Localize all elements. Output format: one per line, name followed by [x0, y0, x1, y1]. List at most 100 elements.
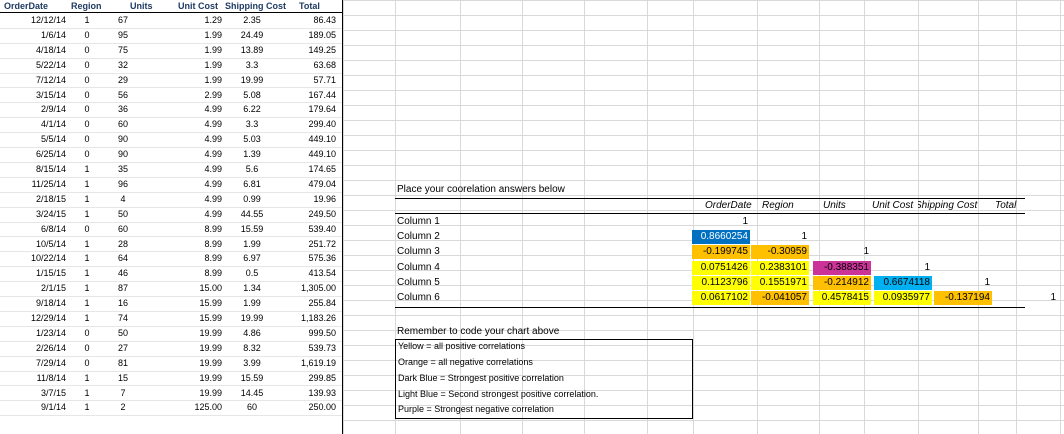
corr-cell[interactable]: 1	[813, 245, 871, 259]
cell-unit-cost[interactable]: 1.99	[190, 43, 222, 58]
cell-units[interactable]: 75	[115, 43, 131, 58]
cell-total[interactable]: 539.73	[300, 341, 336, 356]
header-unit-cost[interactable]: Unit Cost	[178, 0, 218, 12]
cell-shipping-cost[interactable]: 15.59	[239, 371, 265, 386]
cell-shipping-cost[interactable]: 6.81	[239, 177, 265, 192]
cell-total[interactable]: 167.44	[300, 88, 336, 103]
cell-units[interactable]: 50	[115, 326, 131, 341]
cell-total[interactable]: 249.50	[300, 207, 336, 222]
cell-total[interactable]: 179.64	[300, 102, 336, 117]
cell-unit-cost[interactable]: 4.99	[190, 207, 222, 222]
corr-cell[interactable]: 0.8660254	[692, 230, 750, 245]
corr-cell[interactable]: 1	[692, 215, 750, 229]
cell-unit-cost[interactable]: 19.99	[190, 356, 222, 371]
corr-cell[interactable]: 1	[874, 261, 932, 275]
cell-orderdate[interactable]: 3/15/14	[0, 88, 66, 103]
cell-shipping-cost[interactable]: 2.35	[239, 13, 265, 28]
cell-total[interactable]: 139.93	[300, 386, 336, 401]
cell-units[interactable]: 28	[115, 237, 131, 252]
cell-total[interactable]: 63.68	[300, 58, 336, 73]
cell-units[interactable]: 60	[115, 117, 131, 132]
cell-region[interactable]: 0	[80, 88, 94, 103]
corr-cell[interactable]: 0.4578415	[813, 291, 871, 305]
cell-units[interactable]: 2	[115, 400, 131, 415]
cell-unit-cost[interactable]: 8.99	[190, 266, 222, 281]
cell-total[interactable]: 251.72	[300, 237, 336, 252]
cell-units[interactable]: 81	[115, 356, 131, 371]
cell-orderdate[interactable]: 3/7/15	[0, 386, 66, 401]
cell-orderdate[interactable]: 10/22/14	[0, 251, 66, 266]
cell-unit-cost[interactable]: 15.00	[190, 281, 222, 296]
corr-header-unit-cost[interactable]: Unit Cost	[872, 200, 913, 211]
cell-total[interactable]: 1,619.19	[300, 356, 336, 371]
cell-region[interactable]: 0	[80, 222, 94, 237]
cell-orderdate[interactable]: 11/8/14	[0, 371, 66, 386]
cell-orderdate[interactable]: 5/22/14	[0, 58, 66, 73]
cell-total[interactable]: 250.00	[300, 400, 336, 415]
cell-unit-cost[interactable]: 8.99	[190, 222, 222, 237]
cell-region[interactable]: 1	[80, 296, 94, 311]
header-orderdate[interactable]: OrderDate	[4, 0, 48, 12]
cell-shipping-cost[interactable]: 5.08	[239, 88, 265, 103]
cell-units[interactable]: 29	[115, 73, 131, 88]
corr-cell[interactable]: 0.2383101	[751, 260, 809, 275]
cell-units[interactable]: 36	[115, 102, 131, 117]
cell-orderdate[interactable]: 9/18/14	[0, 296, 66, 311]
cell-units[interactable]: 46	[115, 266, 131, 281]
cell-unit-cost[interactable]: 19.99	[190, 326, 222, 341]
cell-orderdate[interactable]: 4/18/14	[0, 43, 66, 58]
cell-orderdate[interactable]: 1/15/15	[0, 266, 66, 281]
cell-units[interactable]: 90	[115, 147, 131, 162]
corr-header-units[interactable]: Units	[823, 200, 846, 211]
cell-unit-cost[interactable]: 15.99	[190, 311, 222, 326]
cell-shipping-cost[interactable]: 1.34	[239, 281, 265, 296]
corr-cell[interactable]: 1	[751, 230, 809, 244]
cell-units[interactable]: 35	[115, 162, 131, 177]
cell-units[interactable]: 60	[115, 222, 131, 237]
cell-unit-cost[interactable]: 1.99	[190, 73, 222, 88]
corr-cell[interactable]: -0.137194	[934, 291, 992, 305]
header-units[interactable]: Units	[130, 0, 153, 12]
cell-shipping-cost[interactable]: 1.39	[239, 147, 265, 162]
corr-cell[interactable]: 0.0751426	[692, 260, 750, 275]
cell-units[interactable]: 96	[115, 177, 131, 192]
cell-orderdate[interactable]: 1/23/14	[0, 326, 66, 341]
cell-orderdate[interactable]: 2/26/14	[0, 341, 66, 356]
corr-cell[interactable]: -0.041057	[751, 291, 809, 305]
cell-total[interactable]: 255.84	[300, 296, 336, 311]
cell-total[interactable]: 479.04	[300, 177, 336, 192]
cell-shipping-cost[interactable]: 1.99	[239, 296, 265, 311]
cell-region[interactable]: 0	[80, 43, 94, 58]
corr-header-region[interactable]: Region	[762, 200, 794, 211]
corr-header-orderdate[interactable]: OrderDate	[705, 200, 752, 211]
cell-units[interactable]: 95	[115, 28, 131, 43]
cell-units[interactable]: 90	[115, 132, 131, 147]
corr-cell[interactable]: -0.388351	[813, 260, 871, 275]
corr-cell[interactable]: 1	[1000, 291, 1058, 305]
cell-orderdate[interactable]: 10/5/14	[0, 237, 66, 252]
corr-cell[interactable]: 0.0617102	[692, 291, 750, 305]
cell-region[interactable]: 1	[80, 311, 94, 326]
cell-unit-cost[interactable]: 4.99	[190, 132, 222, 147]
cell-total[interactable]: 86.43	[300, 13, 336, 28]
cell-orderdate[interactable]: 6/25/14	[0, 147, 66, 162]
cell-shipping-cost[interactable]: 6.22	[239, 102, 265, 117]
cell-shipping-cost[interactable]: 6.97	[239, 251, 265, 266]
cell-shipping-cost[interactable]: 0.5	[239, 266, 265, 281]
cell-total[interactable]: 539.40	[300, 222, 336, 237]
corr-cell[interactable]: -0.30959	[751, 245, 809, 260]
cell-units[interactable]: 32	[115, 58, 131, 73]
cell-region[interactable]: 1	[80, 266, 94, 281]
cell-unit-cost[interactable]: 2.99	[190, 88, 222, 103]
cell-region[interactable]: 1	[80, 371, 94, 386]
cell-orderdate[interactable]: 11/25/14	[0, 177, 66, 192]
cell-orderdate[interactable]: 2/18/15	[0, 192, 66, 207]
cell-unit-cost[interactable]: 19.99	[190, 341, 222, 356]
cell-unit-cost[interactable]: 4.99	[190, 117, 222, 132]
cell-shipping-cost[interactable]: 19.99	[239, 311, 265, 326]
cell-units[interactable]: 74	[115, 311, 131, 326]
cell-total[interactable]: 1,183.26	[300, 311, 336, 326]
cell-total[interactable]: 299.85	[300, 371, 336, 386]
corr-cell[interactable]: 1	[934, 276, 992, 290]
cell-region[interactable]: 1	[80, 237, 94, 252]
